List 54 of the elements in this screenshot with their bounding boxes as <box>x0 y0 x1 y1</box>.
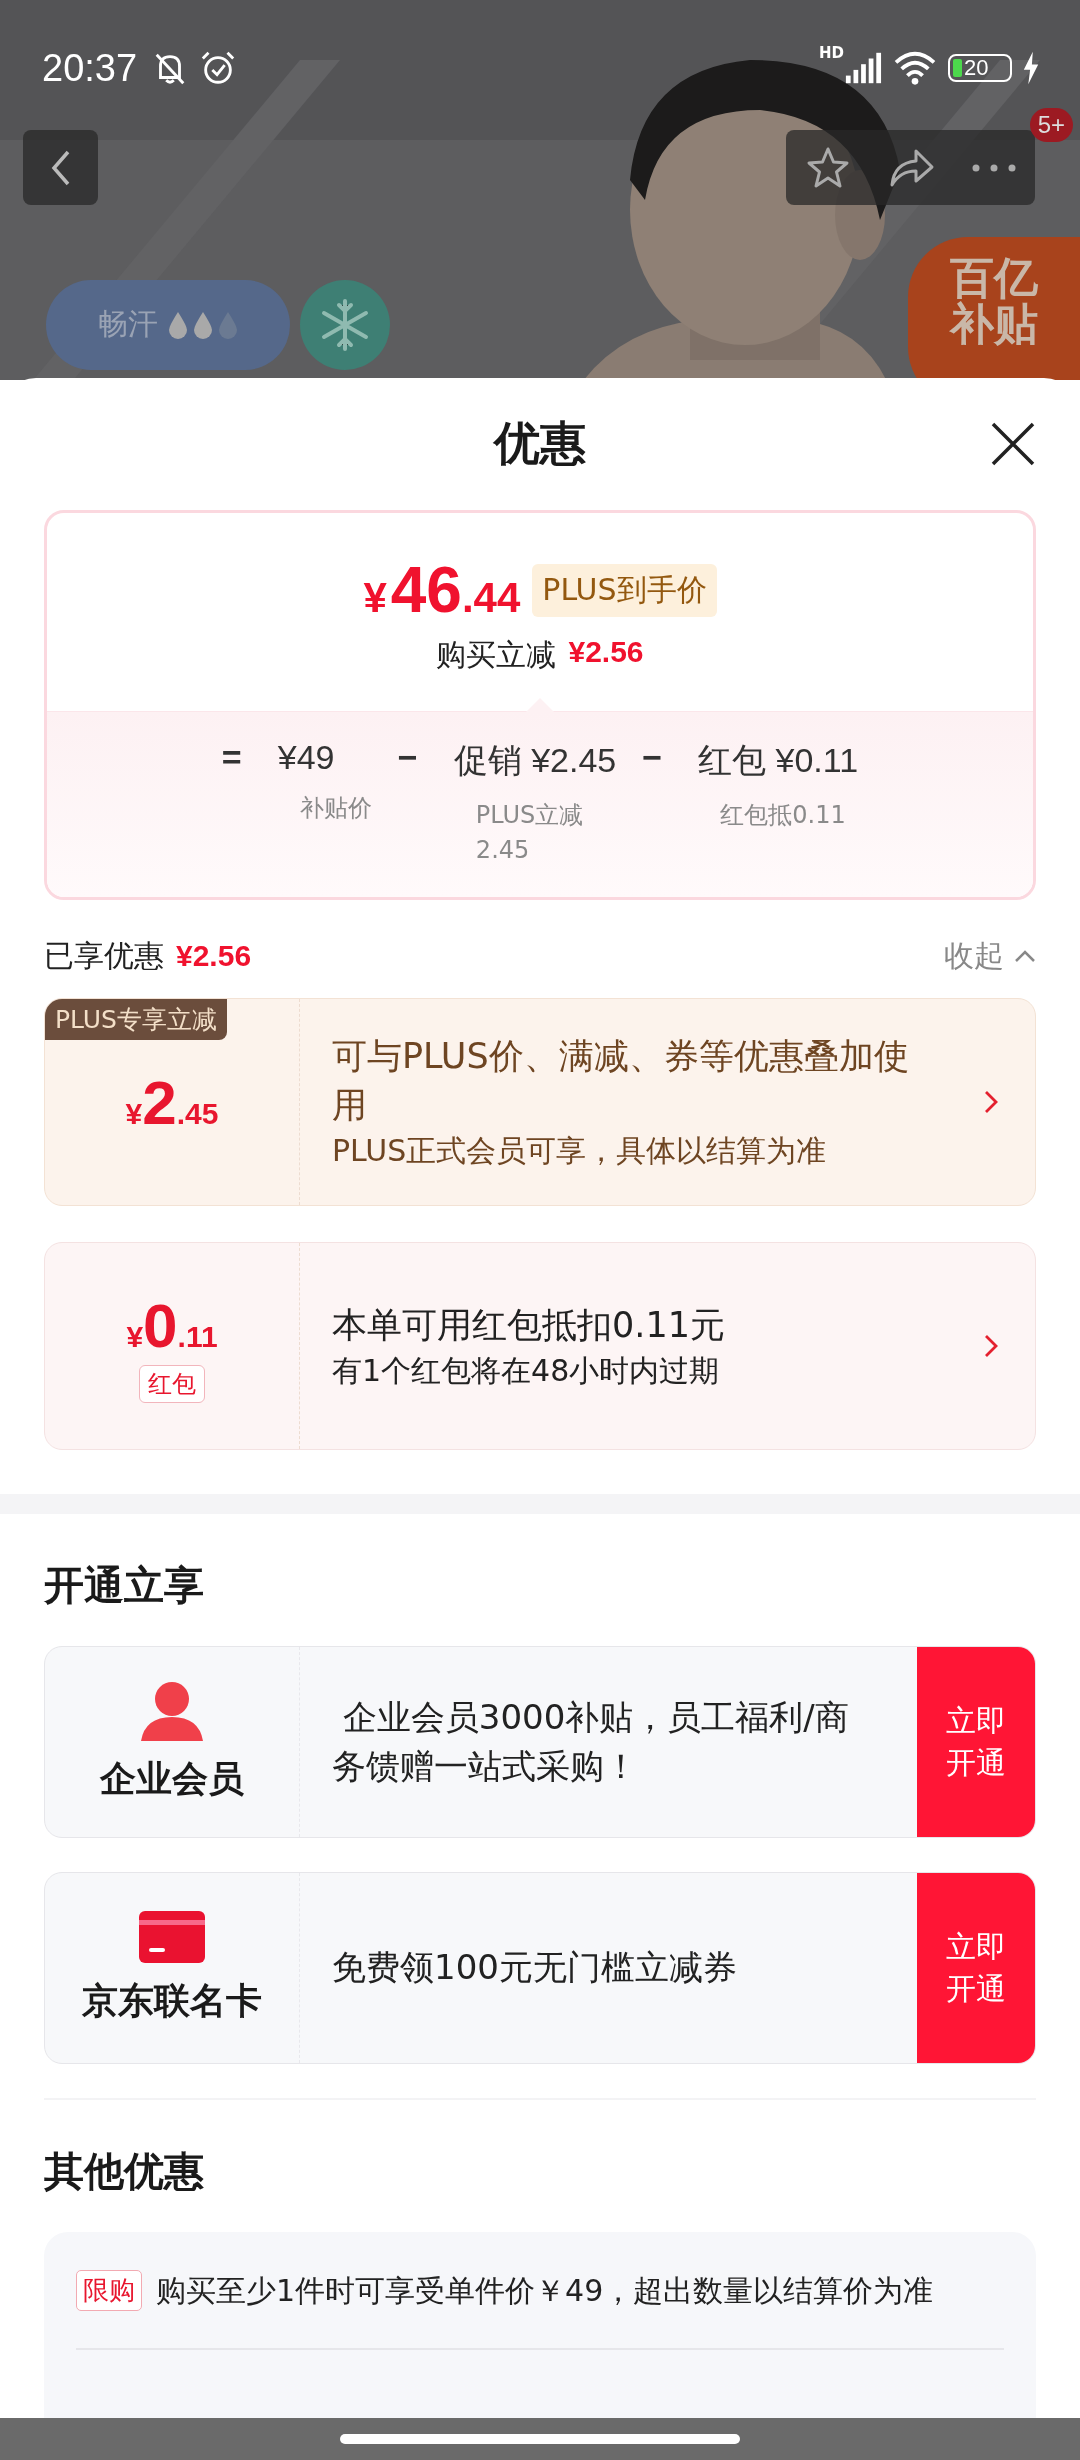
activate-button[interactable]: 立即开通 <box>917 1647 1035 1837</box>
subsidy-label: 补贴 <box>950 301 1038 348</box>
collapse-button[interactable]: 收起 <box>944 935 1036 977</box>
offer-tag: PLUS专享立减 <box>45 999 227 1040</box>
section-title: 开通立享 <box>43 1561 205 1606</box>
enjoyed-label: 已享优惠 <box>44 936 164 975</box>
breakdown-note: 补贴价 <box>299 793 372 824</box>
operator: − <box>642 738 663 778</box>
offer-title: 本单可用红包抵扣0.11元 <box>332 1303 726 1347</box>
offer-amount: ¥0.11 <box>126 1289 218 1361</box>
breakdown-value: 红包 ¥0.11 <box>698 740 859 781</box>
back-button[interactable] <box>23 130 98 205</box>
operator: − <box>397 738 418 778</box>
price-tag: PLUS到手价 <box>532 563 717 617</box>
chevron-icon <box>1014 949 1036 963</box>
battery-indicator: 20 <box>948 54 1012 82</box>
clock: 20:37 <box>42 46 138 90</box>
section-title: 其他优惠 <box>43 2147 205 2192</box>
more-icon <box>970 162 1017 173</box>
person-icon <box>139 1680 205 1741</box>
card-icon <box>139 1910 205 1963</box>
offer-subtitle: 有1个红包将在48小时内过期 <box>332 1351 721 1390</box>
close-button[interactable] <box>990 421 1036 467</box>
operator: = <box>221 738 242 777</box>
breakdown-value: ¥49 <box>277 738 335 777</box>
other-offer-text: 购买至少1件时可享受单件价￥49，超出数量以结算价为准 <box>156 2272 935 2310</box>
breakdown-note: 红包抵0.11 <box>720 800 847 831</box>
reduction-amount: ¥2.56 <box>568 635 644 670</box>
feature-label: 畅汗 <box>97 305 158 343</box>
breakdown-value: 促销 ¥2.45 <box>453 740 617 781</box>
network-label: HD <box>819 44 844 62</box>
close-icon <box>990 421 1036 467</box>
offer-card[interactable]: ¥0.11 红包 本单可用红包抵扣0.11元 有1个红包将在48小时内过期 <box>44 1242 1036 1450</box>
offer-subtitle: PLUS正式会员可享，具体以结算为准 <box>332 1132 828 1170</box>
breakdown-note: PLUS立减2.45 <box>475 800 585 866</box>
charging-icon <box>1022 49 1040 87</box>
offer-title: 可与PLUS价、满减、券等优惠叠加使用 <box>332 1035 910 1127</box>
offer-card[interactable]: PLUS专享立减 ¥2.45 可与PLUS价、满减、券等优惠叠加使用 PLUS正式会员可享，具体以结算为准 <box>44 998 1036 1206</box>
limit-tag: 限购 <box>76 2270 142 2311</box>
reduction-label: 购买立减 <box>436 636 557 674</box>
membership-text: 免费领100元无门槛立减券 <box>332 1946 737 1990</box>
chevron-icon <box>983 1089 999 1115</box>
membership-text: 企业会员3000补贴，员工福利/商务馈赠一站式采购！ <box>332 1695 850 1788</box>
offer-amount: ¥2.45 <box>125 1066 219 1138</box>
sheet-title: 优惠 <box>494 415 586 472</box>
chevron-icon <box>983 1333 999 1359</box>
membership-name: 京东联名卡 <box>82 1978 262 2023</box>
membership-name: 企业会员 <box>100 1756 244 1801</box>
subsidy-label: 百亿 <box>950 255 1038 302</box>
activate-button[interactable]: 立即开通 <box>917 1873 1035 2063</box>
enjoyed-amount: ¥2.56 <box>176 939 252 973</box>
final-price: ¥46.44 <box>363 553 521 627</box>
wifi-icon <box>892 49 938 87</box>
offer-label: 红包 <box>139 1364 205 1403</box>
